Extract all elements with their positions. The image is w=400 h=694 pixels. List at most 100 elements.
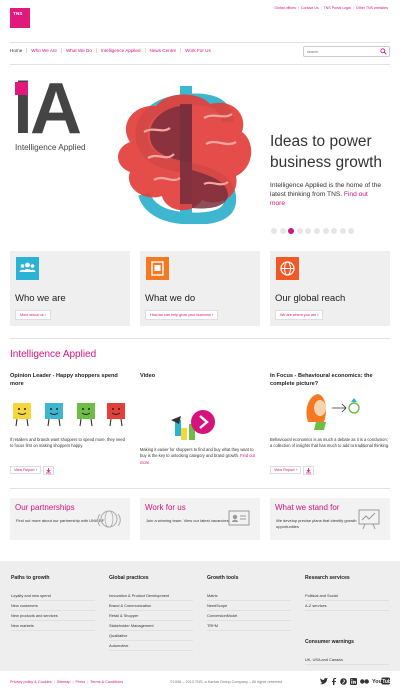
footer-col-paths: Paths to growth Loyalty and new spend Ne…	[11, 575, 95, 631]
card-work-for-us[interactable]: Work for us Join a winning team. View ou…	[140, 498, 260, 540]
footer-link[interactable]: ConversionModel	[207, 611, 291, 621]
nav-news-centre[interactable]: News Centre	[144, 48, 181, 53]
footer-link[interactable]: New markets	[11, 621, 95, 631]
twitter-icon[interactable]	[320, 677, 328, 685]
ia-logo-caption: Intelligence Applied	[15, 143, 86, 152]
section-divider	[10, 488, 390, 489]
opinion-leader-column: Opinion Leader - Happy shoppers spend mo…	[10, 372, 128, 388]
footer-col-practices: Global practices Innovation & Product De…	[109, 575, 193, 651]
footer-link[interactable]: Loyalty and new spend	[11, 591, 95, 601]
footer-link[interactable]: New customers	[11, 601, 95, 611]
nav-work-for-us[interactable]: Work For Us	[180, 48, 215, 53]
sitemap-link[interactable]: Sitemap	[57, 680, 71, 684]
footer-link[interactable]: Brand & Communication	[109, 601, 193, 611]
other-websites-link[interactable]: Other TNS websites	[356, 6, 388, 10]
carousel-dot[interactable]	[322, 228, 329, 234]
carousel-dot[interactable]	[313, 228, 320, 234]
card-global-reach[interactable]: Our global reach We are where you are ›	[270, 251, 390, 326]
footer-heading: Consumer warnings	[305, 639, 354, 645]
search-icon[interactable]	[380, 48, 387, 55]
where-you-are-button[interactable]: We are where you are ›	[275, 310, 324, 320]
opinion-view-report-button[interactable]: View Report ›	[10, 466, 41, 474]
section-divider	[10, 338, 390, 339]
facebook-icon[interactable]	[331, 677, 337, 685]
card-title: Our partnerships	[15, 503, 75, 512]
carousel-dot-active[interactable]	[288, 228, 295, 234]
footer-heading: Global practices	[109, 575, 149, 581]
carousel-dot[interactable]	[339, 228, 346, 234]
hero-body: Intelligence Applied is the home of the …	[270, 181, 382, 208]
nav-who-we-are[interactable]: Who We Are	[26, 48, 61, 53]
carousel-dot[interactable]	[271, 228, 277, 234]
in-focus-download-button[interactable]	[303, 466, 314, 475]
footer-link[interactable]: NeedScope	[207, 601, 291, 611]
footer-heading: Growth tools	[207, 575, 239, 581]
card-who-we-are[interactable]: Who we are More about us ›	[10, 251, 130, 326]
footer-link[interactable]: UK, USA and Canada	[305, 655, 389, 665]
card-title: What we stand for	[275, 503, 340, 512]
footer-heading: Paths to growth	[11, 575, 50, 581]
video-thumbnail[interactable]	[167, 402, 221, 442]
card-description: Find out more about our partnership with…	[16, 518, 105, 523]
nav-what-we-do[interactable]: What We Do	[60, 48, 96, 53]
download-icon	[46, 468, 51, 474]
footer-link[interactable]: Political and Social	[305, 591, 389, 601]
svg-text:You: You	[372, 679, 382, 685]
legal-bar: Privacy policy & Cookies | Sitemap | Pre…	[10, 677, 390, 685]
divider: |	[352, 6, 354, 10]
opinion-title[interactable]: Opinion Leader - Happy shoppers spend mo…	[10, 372, 128, 388]
footer-col-research: Research services Political and Social A…	[305, 575, 389, 611]
grow-business-button[interactable]: How we can help grow your business ›	[145, 310, 219, 320]
carousel-dot[interactable]	[296, 228, 303, 234]
footer-link[interactable]: New products and services	[11, 611, 95, 621]
global-offices-link[interactable]: Global offices	[274, 6, 296, 10]
footer-link[interactable]: Matrix	[207, 591, 291, 601]
footer-link[interactable]: Qualitative	[109, 631, 193, 641]
nav-home[interactable]: Home	[10, 48, 26, 53]
globe-icon	[276, 257, 299, 280]
carousel-pagination	[271, 228, 355, 234]
search-input[interactable]	[304, 47, 378, 56]
footer: Paths to growth Loyalty and new spend Ne…	[0, 561, 400, 671]
card-what-we-do[interactable]: What we do How we can help grow your bus…	[140, 251, 260, 326]
youtube-icon[interactable]: YouTube	[372, 677, 390, 685]
pinterest-icon[interactable]	[340, 677, 347, 685]
opinion-download-button[interactable]	[43, 466, 54, 475]
flickr-icon[interactable]	[360, 678, 369, 684]
carousel-dot[interactable]	[279, 228, 286, 234]
ia-logo-dot	[15, 82, 28, 95]
linkedin-icon[interactable]	[350, 677, 357, 685]
carousel-dot[interactable]	[305, 228, 312, 234]
in-focus-title[interactable]: In Focus - Behavioural economics: the co…	[270, 372, 390, 388]
footer-link[interactable]: Innovation & Product Development	[109, 591, 193, 601]
footer-link[interactable]: Retail & Shopper	[109, 611, 193, 621]
card-partnerships[interactable]: Our partnerships Find out more about our…	[10, 498, 130, 540]
in-focus-view-report-button[interactable]: View Report ›	[270, 466, 301, 474]
tns-logo[interactable]: TNS	[10, 8, 30, 28]
contact-us-link[interactable]: Contact Us	[301, 6, 319, 10]
press-link[interactable]: Press	[76, 680, 86, 684]
privacy-link[interactable]: Privacy policy & Cookies	[10, 680, 52, 684]
footer-link[interactable]: Automotive	[109, 641, 193, 651]
in-focus-column: In Focus - Behavioural economics: the co…	[270, 372, 390, 388]
carousel-dot[interactable]	[348, 228, 355, 234]
happy-shoppers-illustration	[13, 403, 125, 427]
more-about-us-button[interactable]: More about us ›	[15, 310, 51, 320]
copyright: ©1998 – 2013 TNS, a Kantar Group Company…	[170, 680, 283, 684]
card-what-we-stand-for[interactable]: What we stand for We develop precise pla…	[270, 498, 390, 540]
divider: |	[320, 6, 322, 10]
video-column: Video	[140, 372, 155, 380]
svg-text:Tube: Tube	[382, 679, 390, 685]
footer-link[interactable]: TRI*M	[207, 621, 291, 631]
card-description: We develop precise plans that identify g…	[276, 518, 357, 529]
portal-login-link[interactable]: TNS Portal Login	[324, 6, 351, 10]
carousel-dot[interactable]	[331, 228, 338, 234]
hero-heading: Ideas to power business growth	[270, 133, 383, 171]
footer-link[interactable]: A-Z services	[305, 601, 389, 611]
terms-link[interactable]: Terms & Conditions	[90, 680, 123, 684]
presentation-icon	[358, 509, 380, 530]
nav-intelligence-applied[interactable]: Intelligence Applied	[95, 48, 145, 53]
footer-link[interactable]: Stakeholder Management	[109, 621, 193, 631]
card-title: Who we are	[15, 293, 66, 304]
intelligence-applied-heading: Intelligence Applied	[10, 349, 97, 360]
